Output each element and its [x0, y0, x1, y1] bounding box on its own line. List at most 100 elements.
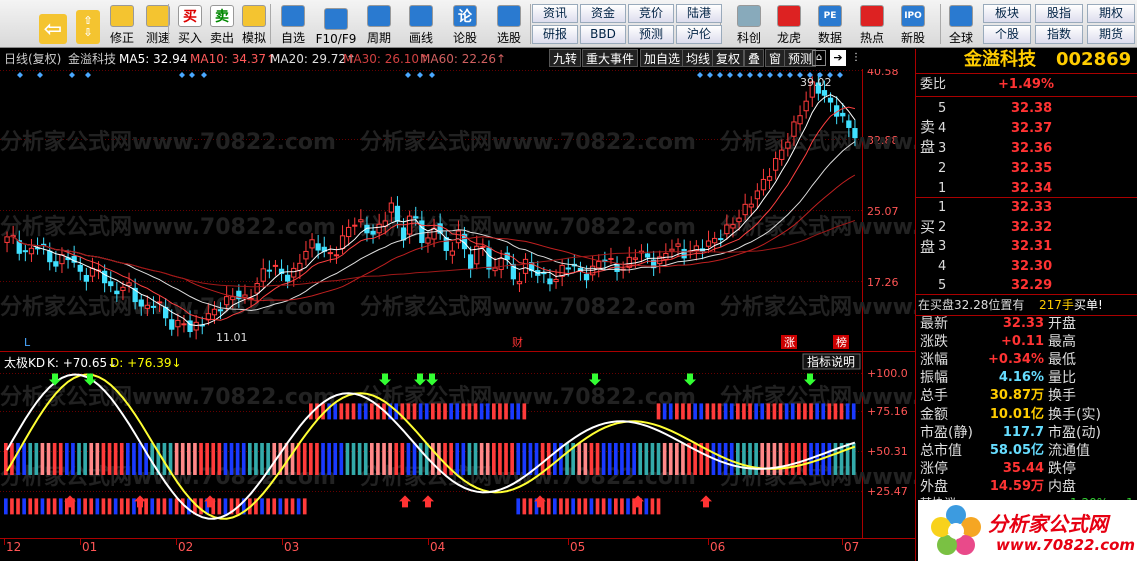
menu-icon[interactable]: ⋮ — [850, 50, 862, 66]
toolbar-gavel-button[interactable]: 模拟 — [238, 2, 270, 46]
market-button-0-1[interactable]: 股指 — [1035, 4, 1083, 23]
indicator-bar — [821, 403, 826, 420]
sell-price: 32.38 — [1011, 101, 1053, 116]
indicator-bar — [815, 403, 819, 420]
toolbar-refresh-button[interactable]: 修正 — [108, 2, 136, 46]
period-icon — [367, 5, 391, 27]
talk-icon: 论 — [453, 5, 477, 27]
event-mark[interactable]: 财 — [512, 335, 523, 349]
quote-label-2: 最高 — [1048, 334, 1076, 351]
indicator-bar — [754, 442, 758, 475]
toolbar-clock-button[interactable]: 测速 — [142, 2, 174, 46]
chart-button-1[interactable]: 重大事件 — [582, 49, 639, 67]
indicator-bar — [351, 403, 356, 420]
back-button[interactable]: ⇦ — [38, 2, 68, 46]
market-button-1-1[interactable]: 指数 — [1035, 25, 1083, 44]
indicator-bar — [595, 442, 600, 475]
toolbar-fire-button[interactable]: 热点 — [857, 2, 887, 46]
indicator-bar — [492, 403, 496, 420]
quick-button-1-3[interactable]: 沪伦 — [676, 25, 722, 44]
toolbar-talk-button[interactable]: 论论股 — [449, 2, 481, 46]
lock-icon[interactable]: ⌂ — [812, 50, 826, 66]
indicator-bar — [717, 403, 722, 420]
indicator-bar — [607, 442, 612, 475]
toolbar-pen-button[interactable]: 画线 — [405, 2, 437, 46]
indicator-bar — [473, 442, 478, 475]
event-mark[interactable]: 涨 — [784, 336, 795, 349]
toolbar-info-button[interactable]: F10/F9 — [315, 2, 357, 46]
toolbar-label: F10/F9 — [315, 32, 357, 46]
market-button-1-2[interactable]: 期货 — [1087, 25, 1135, 44]
quote-stock-name: 金溢科技 — [964, 49, 1036, 70]
arrow-right-icon[interactable]: ➔ — [830, 50, 846, 66]
indicator-bar — [187, 442, 191, 475]
indicator-name: 太极KD — [4, 355, 45, 370]
indicator-bar — [583, 442, 588, 475]
indicator-bar — [833, 403, 838, 420]
chart-button-5[interactable]: 叠 — [744, 49, 765, 67]
chart-button-2[interactable]: 加自选 — [640, 49, 685, 67]
quick-button-1-1[interactable]: BBD — [580, 25, 626, 44]
indicator-bar — [40, 498, 45, 515]
indicator-bar — [4, 498, 8, 515]
indicator-axis-label: +100.0 — [867, 367, 908, 380]
buy-icon: 买 — [178, 5, 202, 27]
toolbar-dragon-button[interactable]: 龙虎 — [772, 2, 806, 46]
indicator-bar — [577, 498, 582, 515]
indicator-bar — [418, 403, 423, 420]
indicator-bar — [107, 442, 112, 475]
chart-button-6[interactable]: 窗 — [765, 49, 786, 67]
market-button-0-0[interactable]: 板块 — [983, 4, 1031, 23]
toolbar-label: 新股 — [900, 31, 925, 45]
quick-button-0-0[interactable]: 资讯 — [532, 4, 578, 23]
indicator-bar — [504, 442, 508, 475]
indicator-bar — [479, 403, 484, 420]
indicator-bar — [485, 403, 490, 420]
event-mark[interactable]: L — [24, 336, 31, 349]
chart-button-4[interactable]: 复权 — [712, 49, 745, 67]
fire-icon — [860, 5, 884, 27]
chart-mode[interactable]: 日线(复权) — [4, 49, 61, 69]
toolbar-star-button[interactable]: 自选 — [278, 2, 308, 46]
toolbar-sell-button[interactable]: 卖卖出 — [208, 2, 236, 46]
indicator-bar — [851, 403, 856, 420]
toolbar-search-button[interactable]: 选股 — [492, 2, 526, 46]
indicator-bar — [290, 442, 295, 475]
toolbar-globe-button[interactable]: 全球 — [945, 2, 977, 46]
indicator-bar — [644, 442, 649, 475]
indicator-bar — [656, 498, 661, 515]
quick-button-0-2[interactable]: 竞价 — [628, 4, 674, 23]
scroll-buttons[interactable]: ⇧ ⇩ — [76, 2, 100, 46]
watermark: 分析家公式网www.70822.com — [0, 384, 336, 410]
indicator-bar — [461, 403, 466, 420]
quote-label-2: 开盘 — [1048, 316, 1076, 332]
quote-label: 总手 — [920, 388, 948, 405]
indicator-bar — [199, 442, 203, 475]
dragon-icon — [777, 5, 801, 27]
indicator-bar — [260, 442, 264, 475]
indicator-bar — [424, 403, 429, 420]
indicator-bar — [333, 442, 338, 475]
indicator-bar — [302, 498, 307, 515]
low-annotation: 11.01 — [216, 331, 248, 344]
quote-stock-code: 002869 — [1056, 49, 1132, 70]
toolbar-chart-button[interactable]: 科创 — [734, 2, 764, 46]
event-mark[interactable]: 榜 — [836, 335, 847, 349]
toolbar-buy-button[interactable]: 买买入 — [176, 2, 204, 46]
indicator-bar — [28, 442, 33, 475]
quick-button-0-1[interactable]: 资金 — [580, 4, 626, 23]
quick-button-0-3[interactable]: 陆港 — [676, 4, 722, 23]
market-button-0-2[interactable]: 期权 — [1087, 4, 1135, 23]
indicator-bar — [668, 442, 673, 475]
chart-button-3[interactable]: 均线 — [682, 49, 715, 67]
indicator-bar — [34, 442, 39, 475]
quick-button-1-0[interactable]: 研报 — [532, 25, 578, 44]
buy-price: 32.29 — [1011, 278, 1053, 293]
chart-button-0[interactable]: 九转 — [549, 49, 582, 67]
indicator-bar — [370, 403, 374, 420]
market-button-1-0[interactable]: 个股 — [983, 25, 1031, 44]
quick-button-1-2[interactable]: 预测 — [628, 25, 674, 44]
toolbar-ipo-button[interactable]: IPO 新股 — [898, 2, 928, 46]
toolbar-period-button[interactable]: 周期 — [362, 2, 396, 46]
toolbar-pe-button[interactable]: PE 数据 — [815, 2, 845, 46]
